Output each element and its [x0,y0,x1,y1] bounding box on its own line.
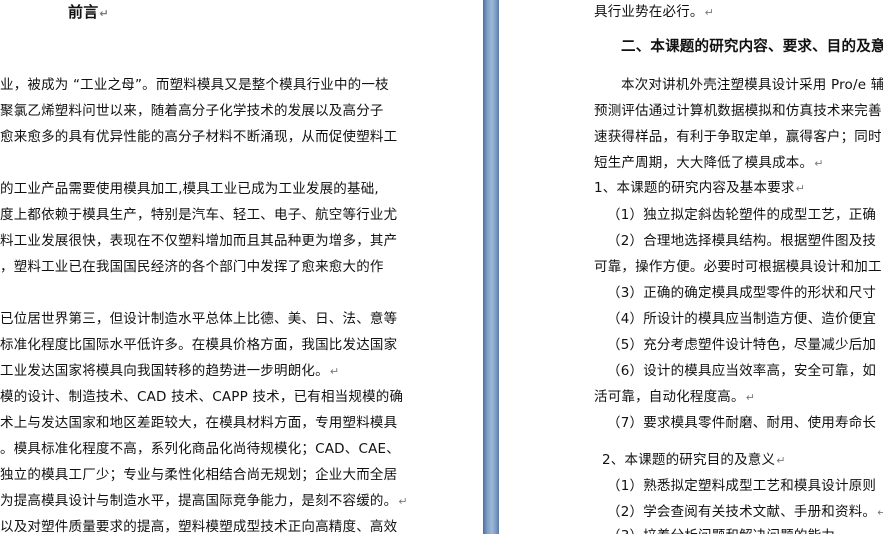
paragraph-mark-icon: ↵ [398,495,408,508]
document-viewport: 前言↵ 业，被成为 “工业之母”。而塑料模具又是整个模具行业中的一枝 聚氯乙烯塑… [0,0,883,534]
text-line: 。模具标准化程度不高，系列化商品化尚待规模化；CAD、CAE、 [0,441,400,457]
text-line: 预测评估通过计算机数据模拟和仿真技术来完善 [594,103,882,119]
section-heading: 二、本课题的研究内容、要求、目的及意义 [621,39,883,55]
text-line: 的工业产品需要使用模具加工,模具工业已成为工业发展的基础, [0,181,379,197]
document-page-right[interactable]: 具行业势在必行。↵ 二、本课题的研究内容、要求、目的及意义 本次对讲机外壳注塑模… [499,0,883,534]
preface-title: 前言↵ [68,3,109,21]
text-line: 为提高模具设计与制造水平，提高国际竞争能力，是刻不容缓的。↵ [0,493,408,509]
paragraph-mark-icon: ↵ [704,6,715,19]
text-line: 度上都依赖于模具生产，特别是汽车、轻工、电子、航空等行业尤 [0,207,398,223]
list-item: （7）要求模具零件耐磨、耐用、使用寿命长 [607,415,877,431]
text-line: 标准化程度比国际水平低许多。在模具价格方面，我国比发达国家 [0,337,398,353]
list-item: （3）培养分析问题和解决问题的能力 [607,526,835,534]
list-item: （3）正确的确定模具成型零件的形状和尺寸 [607,285,877,301]
text-line: 可靠，操作方便。必要时可根据模具设计和加工 [594,259,882,275]
paragraph-mark-icon: ↵ [776,454,786,467]
list-item: （2）学会查阅有关技术文献、手册和资料。↵ [607,502,883,523]
text-line: 活可靠，自动化程度高。↵ [594,389,756,405]
text-line: 本次对讲机外壳注塑模具设计采用 Pro/e 辅 [621,77,883,93]
text-line: 术上与发达国家和地区差距较大，在模具材料方面，专用塑料模具 [0,415,398,431]
text-line: 工业发达国家将模具向我国转移的趋势进一步明朗化。↵ [0,363,340,379]
paragraph-mark-icon: ↵ [745,391,756,404]
text-line: 聚氯乙烯塑料问世以来，随着高分子化学技术的发展以及高分子 [0,103,384,119]
text-line: 具行业势在必行。↵ [594,4,715,20]
list-item: （2）合理地选择模具结构。根据塑件图及技 [607,233,877,249]
list-item: （5）充分考虑塑件设计特色，尽量减少后加 [607,337,877,353]
subsection-heading: 2、本课题的研究目的及意义↵ [602,452,786,468]
text-line: 模的设计、制造技术、CAD 技术、CAPP 技术，已有相当规模的确 [0,389,404,405]
list-item: （1）熟悉拟定塑料成型工艺和模具设计原则 [607,478,877,494]
text-line: 以及对塑件质量要求的提高，塑料模塑成型技术正向高精度、高效 [0,519,398,534]
text-line: 独立的模具工厂少；专业与柔性化相结合尚无规划；企业大而全居 [0,467,398,483]
page-gutter-divider [483,0,499,534]
list-item: （6）设计的模具应当效率高，安全可靠，如 [607,363,877,379]
text-line: 愈来愈多的具有优异性能的高分子材料不断涌现，从而促使塑料工 [0,129,398,145]
paragraph-mark-icon: ↵ [814,157,824,170]
subsection-heading: 1、本课题的研究内容及基本要求↵ [594,180,806,196]
paragraph-mark-icon: ↵ [99,7,109,20]
text-line: 速获得样品，有利于争取定单，赢得客户；同时 [594,129,882,145]
paragraph-mark-icon: ↵ [795,182,806,195]
paragraph-mark-icon: ↵ [877,506,883,519]
list-item: （1）独立拟定斜齿轮塑件的成型工艺，正确 [607,207,877,223]
text-line: 料工业发展很快，表现在不仅塑料增加而且其品种更为增多，其产 [0,233,398,249]
document-page-left[interactable]: 前言↵ 业，被成为 “工业之母”。而塑料模具又是整个模具行业中的一枝 聚氯乙烯塑… [0,0,483,534]
text-line: 短生产周期，大大降低了模具成本。↵ [594,155,824,171]
text-line: 已位居世界第三，但设计制造水平总体上比德、美、日、法、意等 [0,311,398,327]
text-line: 业，被成为 “工业之母”。而塑料模具又是整个模具行业中的一枝 [0,77,389,93]
list-item: （4）所设计的模具应当制造方便、造价便宜 [607,311,877,327]
text-line: ，塑料工业已在我国国民经济的各个部门中发挥了愈来愈大的作 [0,259,384,275]
paragraph-mark-icon: ↵ [329,365,340,378]
